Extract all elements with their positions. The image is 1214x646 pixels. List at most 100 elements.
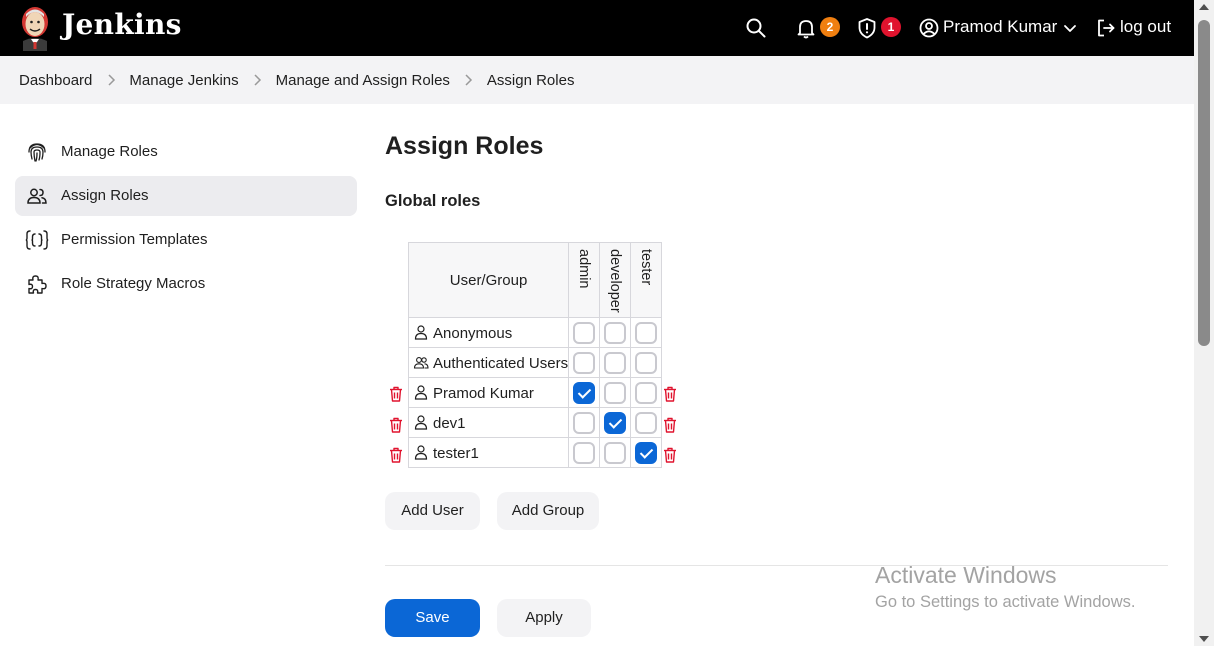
breadcrumb-dashboard[interactable]: Dashboard	[19, 72, 92, 89]
role-cell	[599, 347, 632, 378]
role-cell	[630, 377, 663, 408]
page-title: Assign Roles	[385, 132, 544, 160]
sidebar-item-permission-templates[interactable]: Permission Templates	[15, 220, 357, 260]
delete-left-trash-icon[interactable]	[389, 386, 403, 402]
role-checkbox-admin[interactable]	[573, 321, 596, 344]
role-checkbox-tester[interactable]	[635, 411, 658, 434]
add-group-button[interactable]: Add Group	[497, 492, 599, 530]
save-button[interactable]: Save	[385, 599, 480, 637]
user-icon	[413, 444, 429, 460]
role-checkbox-tester[interactable]	[635, 381, 658, 404]
role-checkbox-admin[interactable]	[573, 381, 596, 404]
add-user-button[interactable]: Add User	[385, 492, 480, 530]
fingerprint-icon	[28, 143, 46, 162]
role-cell	[599, 407, 632, 438]
table-row: dev1	[407, 407, 663, 438]
table-row: Pramod Kumar	[407, 377, 663, 408]
delete-left-trash-icon[interactable]	[389, 417, 403, 433]
brand-name[interactable]: Jenkins	[62, 8, 182, 41]
role-checkbox-admin[interactable]	[573, 411, 596, 434]
role-checkbox-tester[interactable]	[635, 441, 658, 464]
user-group-cell: dev1	[407, 407, 570, 438]
user-group-name: Pramod Kumar	[433, 384, 534, 402]
security-badge[interactable]: 1	[881, 17, 901, 37]
role-cell	[630, 407, 663, 438]
chevron-down-icon[interactable]	[1062, 18, 1078, 38]
global-roles-table: User/Group admin developer tester Anonym…	[407, 242, 663, 468]
table-row: tester1	[407, 437, 663, 468]
delete-right-trash-icon[interactable]	[663, 447, 677, 463]
users-icon	[27, 188, 47, 204]
role-cell	[630, 317, 663, 348]
section-title: Global roles	[385, 192, 481, 210]
notifications-badge[interactable]: 2	[820, 17, 840, 37]
role-checkbox-developer[interactable]	[604, 441, 627, 464]
sidebar-item-label: Role Strategy Macros	[61, 275, 206, 292]
chevron-right-icon	[450, 73, 487, 87]
user-group-name: dev1	[433, 414, 466, 432]
delete-right-trash-icon[interactable]	[663, 386, 677, 402]
sidebar-item-role-strategy-macros[interactable]: Role Strategy Macros	[15, 264, 357, 304]
page: Jenkins 2 1 Pramod Kumar log out Dashboa…	[0, 0, 1214, 646]
user-group-cell: Authenticated Users	[407, 347, 570, 378]
sidebar-item-label: Manage Roles	[61, 143, 158, 160]
braces-icon	[25, 230, 49, 250]
chevron-right-icon	[92, 73, 129, 87]
role-cell	[630, 347, 663, 378]
role-cell	[599, 317, 632, 348]
jenkins-logo-icon[interactable]	[18, 5, 52, 51]
role-checkbox-developer[interactable]	[604, 351, 627, 374]
breadcrumb-manage-assign-roles[interactable]: Manage and Assign Roles	[276, 72, 450, 89]
role-checkbox-admin[interactable]	[573, 441, 596, 464]
column-header-admin: admin	[568, 242, 601, 318]
role-cell	[568, 407, 601, 438]
sidebar-item-assign-roles[interactable]: Assign Roles	[15, 176, 357, 216]
activation-watermark-title: Activate Windows	[875, 562, 1057, 588]
activation-watermark-subtitle: Go to Settings to activate Windows.	[875, 593, 1136, 611]
role-checkbox-developer[interactable]	[604, 381, 627, 404]
role-checkbox-admin[interactable]	[573, 351, 596, 374]
top-header: Jenkins 2 1 Pramod Kumar log out	[0, 0, 1194, 56]
vertical-scrollbar[interactable]	[1194, 0, 1214, 646]
role-checkbox-developer[interactable]	[604, 321, 627, 344]
search-icon[interactable]	[744, 16, 768, 40]
role-cell	[630, 437, 663, 468]
breadcrumb-assign-roles[interactable]: Assign Roles	[487, 72, 575, 89]
puzzle-icon	[28, 275, 47, 294]
user-icon	[413, 414, 429, 430]
role-cell	[568, 377, 601, 408]
breadcrumb-manage-jenkins[interactable]: Manage Jenkins	[129, 72, 238, 89]
logout-icon[interactable]	[1094, 16, 1118, 40]
role-cell	[568, 347, 601, 378]
column-header-developer: developer	[599, 242, 632, 318]
user-group-cell: tester1	[407, 437, 570, 468]
role-checkbox-developer[interactable]	[604, 411, 627, 434]
role-checkbox-tester[interactable]	[635, 351, 658, 374]
column-header-tester: tester	[630, 242, 663, 318]
chevron-right-icon	[239, 73, 276, 87]
table-row: Anonymous	[407, 317, 663, 348]
scroll-down-icon[interactable]	[1199, 636, 1209, 642]
table-row: Authenticated Users	[407, 347, 663, 378]
user-icon	[413, 324, 429, 340]
column-header-user-group: User/Group	[407, 242, 570, 318]
delete-left-trash-icon[interactable]	[389, 447, 403, 463]
sidebar-item-manage-roles[interactable]: Manage Roles	[15, 132, 357, 172]
shield-icon[interactable]	[855, 16, 879, 40]
delete-right-trash-icon[interactable]	[663, 417, 677, 433]
user-group-name: Authenticated Users	[433, 354, 569, 372]
logout-link[interactable]: log out	[1120, 17, 1171, 37]
user-group-cell: Anonymous	[407, 317, 570, 348]
scroll-up-icon[interactable]	[1199, 4, 1209, 10]
breadcrumb: Dashboard Manage Jenkins Manage and Assi…	[0, 56, 1194, 104]
user-group-name: Anonymous	[433, 324, 513, 342]
bell-icon[interactable]	[794, 16, 818, 40]
scroll-thumb[interactable]	[1198, 20, 1210, 346]
user-avatar-icon[interactable]	[917, 16, 941, 40]
user-menu[interactable]: Pramod Kumar	[943, 17, 1057, 37]
sidebar-item-label: Permission Templates	[61, 231, 208, 248]
role-checkbox-tester[interactable]	[635, 321, 658, 344]
user-group-name: tester1	[433, 444, 479, 462]
role-cell	[599, 377, 632, 408]
apply-button[interactable]: Apply	[497, 599, 591, 637]
